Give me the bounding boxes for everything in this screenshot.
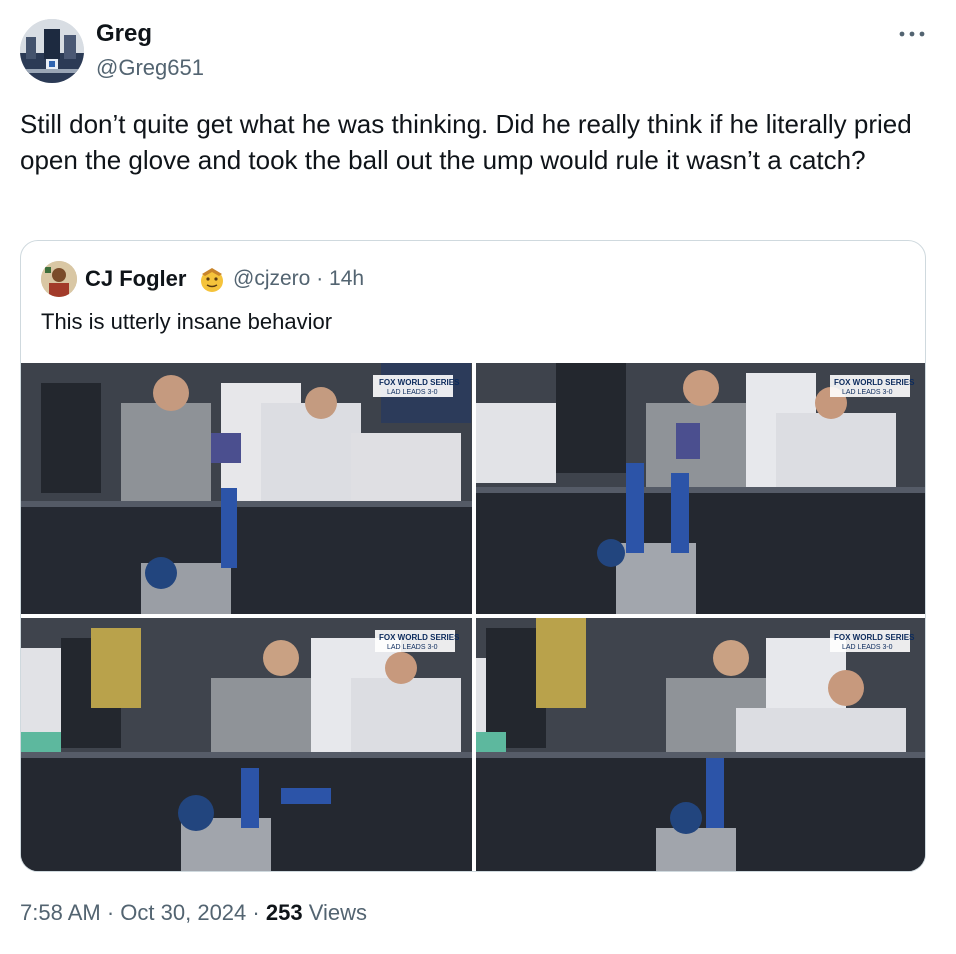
meta-separator: · xyxy=(106,900,115,925)
tweet-date[interactable]: Oct 30, 2024 xyxy=(120,900,246,925)
meta-separator: · xyxy=(252,900,260,925)
author-handle[interactable]: @Greg651 xyxy=(96,55,204,81)
broadcast-title: FOX WORLD SERIES xyxy=(379,633,460,642)
media-panel-top-left[interactable]: FOX WORLD SERIES LAD LEADS 3-0 xyxy=(21,363,472,614)
views-count[interactable]: 253 xyxy=(266,900,303,925)
broadcast-score: LAD LEADS 3-0 xyxy=(842,644,893,651)
broadcast-title: FOX WORLD SERIES xyxy=(834,633,915,642)
emoji-face-icon xyxy=(201,268,223,292)
media-grid[interactable]: FOX WORLD SERIES LAD LEADS 3-0 FOX WORLD… xyxy=(21,363,925,871)
media-panel-bottom-left[interactable]: FOX WORLD SERIES LAD LEADS 3-0 xyxy=(21,618,472,871)
quote-author-display-name[interactable]: CJ Fogler xyxy=(85,266,186,292)
tweet-meta: 7:58 AM · Oct 30, 2024 · 253 Views xyxy=(20,900,367,926)
broadcast-title: FOX WORLD SERIES xyxy=(379,378,460,387)
more-options-icon[interactable] xyxy=(896,24,928,44)
quote-author-avatar[interactable] xyxy=(41,261,77,297)
broadcast-score: LAD LEADS 3-0 xyxy=(387,389,438,396)
quote-text: This is utterly insane behavior xyxy=(41,309,333,334)
quote-tweet-card[interactable]: CJ Fogler @cjzero · 14h This is utterly … xyxy=(20,240,926,872)
quote-author-meta[interactable]: @cjzero · 14h xyxy=(233,267,364,291)
media-panel-bottom-right[interactable]: FOX WORLD SERIES LAD LEADS 3-0 xyxy=(476,618,925,871)
tweet-time[interactable]: 7:58 AM xyxy=(20,900,101,925)
avatar[interactable] xyxy=(20,19,84,83)
broadcast-score: LAD LEADS 3-0 xyxy=(387,644,438,651)
quote-timestamp[interactable]: 14h xyxy=(329,267,364,290)
media-panel-top-right[interactable]: FOX WORLD SERIES LAD LEADS 3-0 xyxy=(476,363,925,614)
tweet-text: Still don’t quite get what he was thinki… xyxy=(20,109,912,175)
quote-author-handle[interactable]: @cjzero xyxy=(233,267,310,290)
meta-separator: · xyxy=(316,267,324,290)
broadcast-score: LAD LEADS 3-0 xyxy=(842,389,893,396)
broadcast-title: FOX WORLD SERIES xyxy=(834,378,915,387)
author-display-name[interactable]: Greg xyxy=(96,20,152,48)
views-label: Views xyxy=(308,900,367,925)
